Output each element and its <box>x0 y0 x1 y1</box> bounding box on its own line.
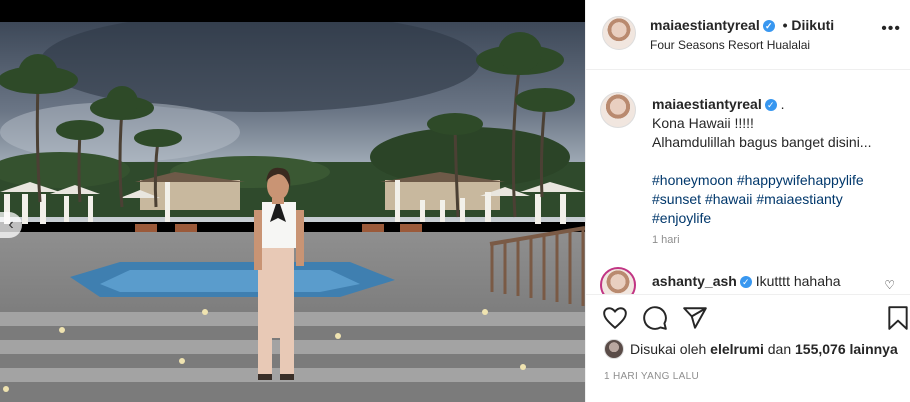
hashtag-row-2: #sunset #hawaii #maiaestianty <box>652 190 897 209</box>
likes-prefix: Disukai oleh <box>630 341 707 357</box>
follow-status[interactable]: Diikuti <box>791 17 834 33</box>
post-side-panel: maiaestiantyreal ✓ • Diikuti Four Seasons… <box>585 0 910 402</box>
post-photo[interactable] <box>0 22 585 402</box>
likes-connector: dan <box>767 341 792 357</box>
caption-time: 1 hari <box>652 234 680 246</box>
commenter-avatar[interactable] <box>600 267 636 294</box>
hashtag-row-3: #enjoylife <box>652 209 897 228</box>
author-avatar[interactable] <box>602 16 636 50</box>
chevron-left-icon: ‹ <box>8 216 14 233</box>
likes-count[interactable]: 155,076 <box>795 341 846 357</box>
post-photo-pane: ‹ <box>0 0 585 402</box>
comment-text: ashanty_ash ✓ Ikutttt hahaha <box>652 273 841 289</box>
verified-badge-icon: ✓ <box>764 99 777 111</box>
separator-dot: • <box>782 17 788 33</box>
caption-line-1: Kona Hawaii !!!!! <box>652 115 754 131</box>
caption-text: maiaestiantyreal ✓ . Kona Hawaii !!!!! Al… <box>652 95 897 228</box>
comment-icon[interactable] <box>642 305 668 331</box>
author-username[interactable]: maiaestiantyreal <box>650 17 760 33</box>
caption-trailing: . <box>780 96 785 112</box>
post-timestamp[interactable]: 1 HARI YANG LALU <box>604 371 699 382</box>
liker-username[interactable]: elelrumi <box>710 341 764 357</box>
caption-avatar[interactable] <box>600 92 636 128</box>
post-header: maiaestiantyreal ✓ • Diikuti Four Seasons… <box>586 0 910 70</box>
likes-summary: Disukai oleh elelrumi dan 155,076 lainny… <box>604 338 898 360</box>
verified-badge-icon: ✓ <box>739 276 752 288</box>
likes-suffix[interactable]: lainnya <box>850 341 898 357</box>
author-line: maiaestiantyreal ✓ • Diikuti <box>650 17 834 33</box>
comments-section: maiaestiantyreal ✓ . Kona Hawaii !!!!! Al… <box>586 71 910 294</box>
hashtag-row-1: #honeymoon #happywifehappylife <box>652 171 897 190</box>
liker-avatar[interactable] <box>604 339 624 359</box>
caption-username[interactable]: maiaestiantyreal <box>652 96 762 112</box>
hashtag-link[interactable]: #honeymoon <box>652 172 733 188</box>
comment-body: Ikutttt hahaha <box>755 273 841 289</box>
share-icon[interactable] <box>682 305 708 331</box>
hashtag-link[interactable]: #sunset <box>652 191 701 207</box>
hashtag-link[interactable]: #enjoylife <box>652 210 711 226</box>
more-horizontal-icon[interactable]: ••• <box>881 20 901 38</box>
comment-username[interactable]: ashanty_ash <box>652 273 737 289</box>
heart-icon[interactable] <box>602 305 628 331</box>
verified-badge-icon: ✓ <box>762 20 775 32</box>
photo-top-bar <box>0 0 585 22</box>
post-location[interactable]: Four Seasons Resort Hualalai <box>650 38 810 52</box>
hashtag-link[interactable]: #happywifehappylife <box>737 172 864 188</box>
hashtag-link[interactable]: #hawaii <box>705 191 752 207</box>
comment-like-heart-icon[interactable]: ♡ <box>884 278 895 292</box>
caption-line-2: Alhamdulillah bagus banget disini... <box>652 134 872 150</box>
bookmark-icon[interactable] <box>885 305 910 331</box>
hashtag-link[interactable]: #maiaestianty <box>756 191 842 207</box>
post-actions: Disukai oleh elelrumi dan 155,076 lainny… <box>586 294 910 402</box>
